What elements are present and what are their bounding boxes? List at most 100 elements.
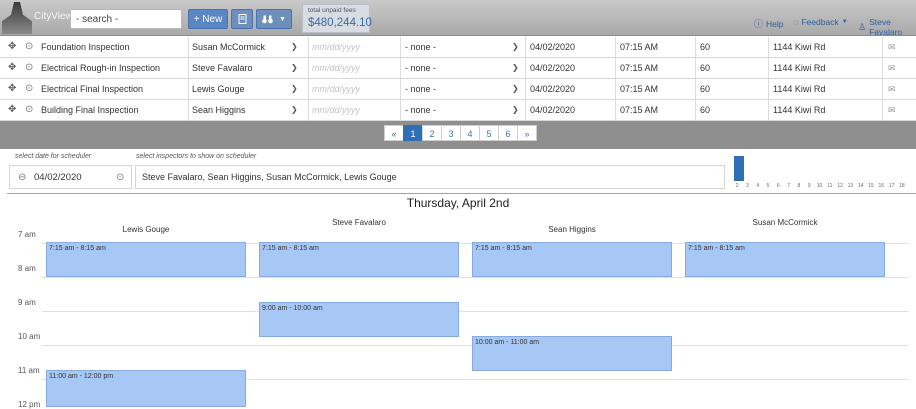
calendar-column-header: Susan McCormick — [752, 218, 818, 227]
user-icon: ♙ — [858, 21, 867, 32]
info-circle-icon[interactable]: ⊙ — [25, 37, 33, 57]
address: 1144 Kiwi Rd — [773, 84, 826, 94]
previous-day-icon[interactable]: ⊖ — [18, 172, 26, 183]
page-button-5[interactable]: 5 — [479, 125, 499, 141]
info-circle-icon[interactable]: ⊙ — [25, 79, 33, 99]
calendar-column-header: Lewis Gouge — [122, 225, 170, 234]
table-row[interactable]: ✥ ⊙ Building Final Inspection Sean Higgi… — [0, 100, 916, 121]
calendar-event[interactable]: 7:15 am - 8:15 am — [46, 242, 246, 277]
table-row[interactable]: ✥ ⊙ Foundation Inspection Susan McCormic… — [0, 37, 916, 58]
column-divider — [768, 37, 769, 121]
new-button[interactable]: + New — [188, 9, 228, 29]
chevron-down-icon[interactable]: ❯ — [512, 79, 519, 99]
chevron-down-icon[interactable]: ❯ — [512, 100, 519, 120]
inspectors-select[interactable]: Steve Favalaro, Sean Higgins, Susan McCo… — [135, 165, 725, 189]
histogram-tick: 11 — [827, 183, 833, 189]
result-select[interactable]: - none - — [405, 58, 436, 78]
duration[interactable]: 60 — [700, 58, 710, 78]
info-circle-icon[interactable]: ⊙ — [25, 100, 33, 120]
chevron-down-icon[interactable]: ❯ — [512, 58, 519, 78]
page-button-1[interactable]: 1 — [403, 125, 423, 141]
scheduled-time[interactable]: 07:15 AM — [620, 79, 658, 99]
table-row[interactable]: ✥ ⊙ Electrical Rough-in Inspection Steve… — [0, 58, 916, 79]
histogram-tick: 7 — [787, 183, 791, 189]
scheduler-date-picker[interactable]: ⊖ 04/02/2020 ⊙ — [9, 165, 132, 189]
inspector-select[interactable]: Sean Higgins — [192, 100, 246, 120]
hour-label: 7 am — [18, 230, 36, 239]
scheduled-time[interactable]: 07:15 AM — [620, 37, 658, 57]
document-button[interactable] — [231, 9, 253, 29]
envelope-icon[interactable]: ✉ — [888, 58, 896, 78]
move-handle-icon[interactable]: ✥ — [8, 79, 16, 99]
move-handle-icon[interactable]: ✥ — [8, 37, 16, 57]
scheduler-date-value[interactable]: 04/02/2020 — [34, 172, 82, 183]
day-calendar: 7 am 8 am 9 am 10 am 11 am 12 pm Lewis G… — [0, 215, 916, 409]
chevron-down-icon[interactable]: ❯ — [291, 79, 298, 99]
question-circle-icon: ⓘ — [754, 19, 764, 29]
binoculars-button[interactable]: ▼ — [256, 9, 292, 29]
calendar-event[interactable]: 7:15 am - 8:15 am — [259, 242, 459, 277]
duration[interactable]: 60 — [700, 79, 710, 99]
calendar-event[interactable]: 10:00 am - 11:00 am — [472, 336, 672, 371]
envelope-icon[interactable]: ✉ — [888, 79, 896, 99]
next-page-button[interactable]: » — [517, 125, 537, 141]
envelope-icon[interactable]: ✉ — [888, 100, 896, 120]
inspection-name: Electrical Rough-in Inspection — [41, 63, 161, 73]
info-circle-icon[interactable]: ⊙ — [25, 58, 33, 78]
page-button-3[interactable]: 3 — [441, 125, 461, 141]
page-button-2[interactable]: 2 — [422, 125, 442, 141]
inspection-name: Building Final Inspection — [41, 105, 139, 115]
move-handle-icon[interactable]: ✥ — [8, 100, 16, 120]
chevron-down-icon[interactable]: ❯ — [291, 100, 298, 120]
date-input[interactable]: mm/dd/yyyy — [312, 79, 360, 99]
user-menu[interactable]: ♙ Steve Favalaro — [858, 17, 916, 37]
page-button-4[interactable]: 4 — [460, 125, 480, 141]
inspectors-label: select inspectors to show on scheduler — [136, 153, 257, 160]
date-input[interactable]: mm/dd/yyyy — [312, 58, 360, 78]
scheduled-date[interactable]: 04/02/2020 — [530, 79, 575, 99]
inspector-select[interactable]: Lewis Gouge — [192, 79, 245, 99]
calendar-event[interactable]: 7:15 am - 8:15 am — [685, 242, 885, 277]
histogram-tick: 2 — [735, 183, 739, 189]
scheduled-date[interactable]: 04/02/2020 — [530, 58, 575, 78]
calendar-event[interactable]: 9:00 am - 10:00 am — [259, 302, 459, 337]
calendar-event[interactable]: 11:00 am - 12:00 pm — [46, 370, 246, 407]
move-handle-icon[interactable]: ✥ — [8, 58, 16, 78]
table-row[interactable]: ✥ ⊙ Electrical Final Inspection Lewis Go… — [0, 79, 916, 100]
address: 1144 Kiwi Rd — [773, 42, 826, 52]
feedback-menu[interactable]: ◌ Feedback ▼ — [793, 17, 848, 27]
search-input[interactable] — [70, 9, 182, 29]
column-divider — [882, 37, 883, 121]
next-day-icon[interactable]: ⊙ — [116, 172, 124, 183]
date-input[interactable]: mm/dd/yyyy — [312, 37, 360, 57]
help-link[interactable]: ⓘ Help — [754, 17, 784, 30]
unpaid-fees-box: total unpaid fees $480,244.10 — [302, 4, 372, 33]
duration[interactable]: 60 — [700, 100, 710, 120]
chevron-down-icon[interactable]: ❯ — [291, 37, 298, 57]
result-select[interactable]: - none - — [405, 100, 436, 120]
workload-histogram: 2 3 4 5 6 7 8 9 10 11 12 13 14 15 16 17 … — [732, 154, 912, 192]
inspector-select[interactable]: Susan McCormick — [192, 37, 265, 57]
date-input[interactable]: mm/dd/yyyy — [312, 100, 360, 120]
result-select[interactable]: - none - — [405, 37, 436, 57]
envelope-icon[interactable]: ✉ — [888, 37, 896, 57]
comment-icon: ◌ — [793, 17, 799, 27]
hour-label: 10 am — [18, 332, 41, 341]
scheduled-date[interactable]: 04/02/2020 — [530, 100, 575, 120]
scheduler-controls: select date for scheduler select inspect… — [7, 150, 916, 194]
page-button-6[interactable]: 6 — [498, 125, 518, 141]
document-icon — [238, 14, 246, 24]
scheduled-date[interactable]: 04/02/2020 — [530, 37, 575, 57]
chevron-down-icon[interactable]: ❯ — [291, 58, 298, 78]
city-logo-icon[interactable] — [2, 2, 32, 34]
calendar-event[interactable]: 7:15 am - 8:15 am — [472, 242, 672, 277]
histogram-tick: 12 — [837, 183, 843, 189]
chevron-down-icon[interactable]: ❯ — [512, 37, 519, 57]
scheduled-time[interactable]: 07:15 AM — [620, 100, 658, 120]
hour-line — [42, 311, 908, 312]
duration[interactable]: 60 — [700, 37, 710, 57]
inspector-select[interactable]: Steve Favalaro — [192, 58, 253, 78]
scheduled-time[interactable]: 07:15 AM — [620, 58, 658, 78]
result-select[interactable]: - none - — [405, 79, 436, 99]
prev-page-button[interactable]: « — [384, 125, 404, 141]
